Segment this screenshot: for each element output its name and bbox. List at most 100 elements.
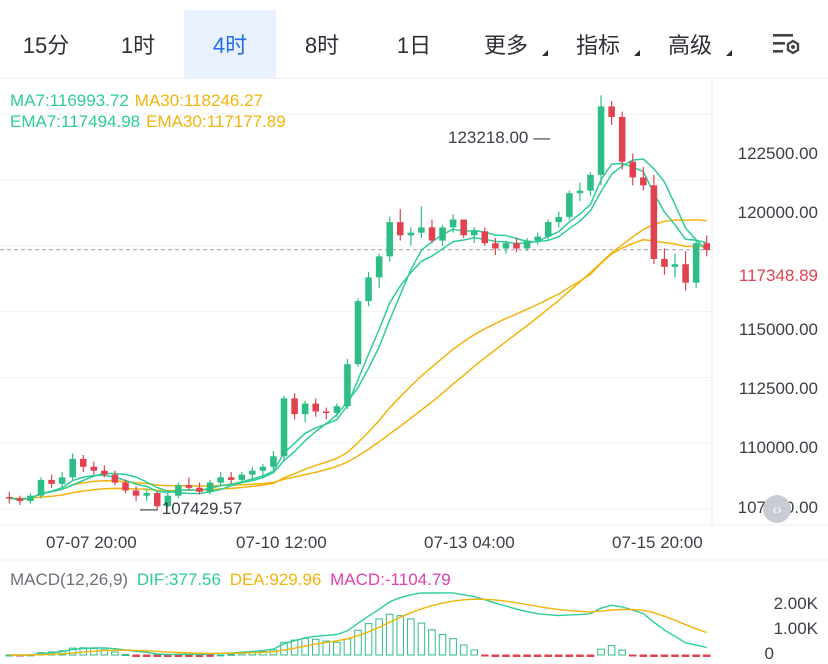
candle-body [418,227,425,233]
macd-histogram-bar [343,638,352,656]
candle [69,453,76,480]
candle-body [566,193,573,217]
candle-body [90,466,98,471]
macd-histogram-bar [311,638,320,656]
candle [470,227,478,244]
candle-body [111,474,119,483]
candle-body [555,216,563,223]
macd-histogram-bar [470,649,479,656]
candle [375,253,383,288]
candle-body [344,364,351,407]
candle-body [375,256,383,278]
candle [555,211,563,228]
time-axis-label: 07-15 20:00 [612,533,703,552]
scroll-to-latest-button[interactable]: ‹› [763,495,791,523]
candle-body [48,479,55,484]
candle-body [280,398,288,457]
candle [428,219,436,244]
low-price-marker: — 107429.57 [140,499,243,518]
candle-body [217,477,224,483]
candle [344,358,351,409]
macd-histogram-bar [607,645,616,656]
macd-histogram-bar [396,615,405,656]
candle-body [534,236,541,241]
macd-axis-label: 0 [764,644,774,663]
candle-body [386,222,393,257]
candle-body [6,497,13,499]
candle-body [58,477,66,484]
candle-body [196,487,203,492]
price-axis-label: 115000.00 [738,320,818,339]
candle-body [513,243,520,249]
candle-body [238,474,246,480]
candle-body [227,477,235,480]
candle-body [132,490,140,496]
candle-body [470,231,478,236]
candle [629,153,637,186]
candle-body [312,403,320,412]
macd-histogram-bar [364,623,373,656]
time-axis-label: 07-07 20:00 [46,533,137,552]
macd-hist-value: MACD:-1104.79 [330,570,451,589]
high-price-marker: 123218.00 — [448,128,551,147]
candle [333,403,341,417]
macd-histogram-bar [333,641,341,656]
price-axis-label: 122500.00 [737,144,818,163]
candle-body [101,470,108,475]
candle-body [143,493,150,496]
candle [27,493,34,504]
candle-body [354,301,362,365]
candle-body [291,398,298,415]
candle-body [597,106,605,175]
macd-histogram-bar [481,654,489,657]
candle-body [79,458,87,467]
macd-histogram-bar [597,648,605,656]
candle [185,477,193,491]
candle [280,395,288,462]
candle-body [69,458,76,478]
macd-histogram-bar [354,629,362,656]
time-axis-label: 07-13 04:00 [424,533,515,552]
candle-body [270,456,277,467]
candle-body [481,231,489,244]
price-axis-label: 112500.00 [738,379,818,398]
candle [671,253,679,278]
macd-histogram-bar [121,654,130,657]
candle [217,472,224,487]
candle-body [682,264,689,283]
macd-histogram-bar [216,654,225,657]
candle [386,216,393,262]
candle [523,237,531,252]
candle [301,401,309,423]
candle [323,407,330,420]
candle [227,472,235,484]
candle [597,95,605,186]
candle [587,172,594,196]
candle [576,182,584,202]
candle [16,495,24,505]
candle-body [396,222,404,236]
candle [418,206,425,238]
candle-body [122,482,129,491]
candle [48,474,55,488]
candle-body [618,116,626,162]
candle [354,298,362,367]
macd-histogram-bar [428,629,436,656]
candlestick-chart[interactable] [0,0,828,657]
candle [407,227,415,246]
macd-dea-value: DEA:929.96 [229,570,322,589]
candle [396,208,404,241]
macd-histogram-bar [628,654,637,657]
macd-dif-value: DIF:377.56 [136,570,221,589]
macd-histogram-bar [459,644,468,656]
time-axis-label: 07-10 12:00 [236,533,327,552]
macd-axis-label: 1.00K [773,619,818,638]
candle-body [587,174,594,191]
macd-title: MACD(12,26,9) [10,570,129,589]
candle [439,224,446,246]
candle-body [37,479,45,496]
candle-body [249,470,256,475]
macd-histogram-bar [618,649,626,656]
candle-body [439,227,446,241]
candle [608,101,615,125]
